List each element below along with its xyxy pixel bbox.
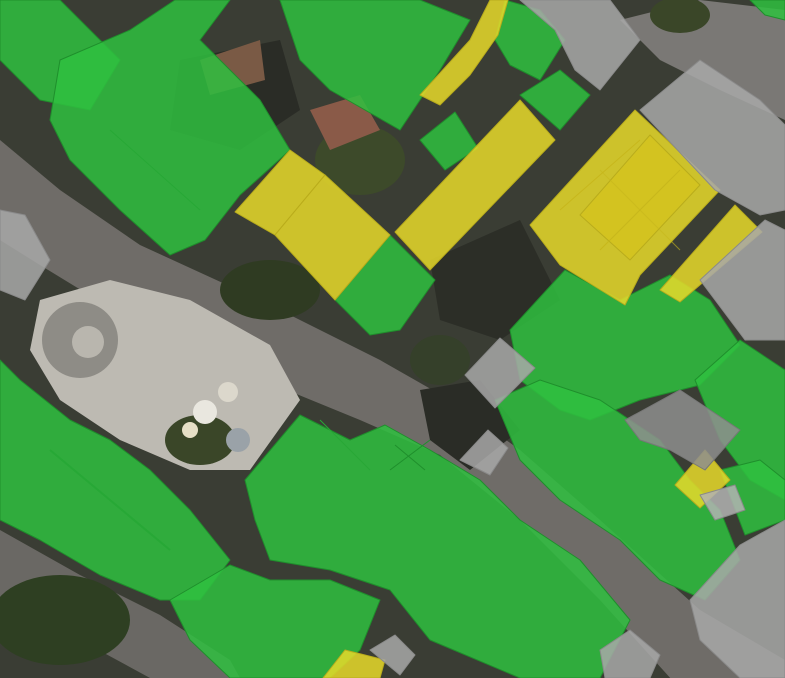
tree-cluster [410,335,470,385]
tree-cluster [220,260,320,320]
round-structure-inner [72,326,104,358]
umbrella [193,400,217,424]
umbrella [218,382,238,402]
map-view[interactable] [0,0,785,678]
aerial-map[interactable] [0,0,785,678]
umbrella [182,422,198,438]
umbrella [226,428,250,452]
